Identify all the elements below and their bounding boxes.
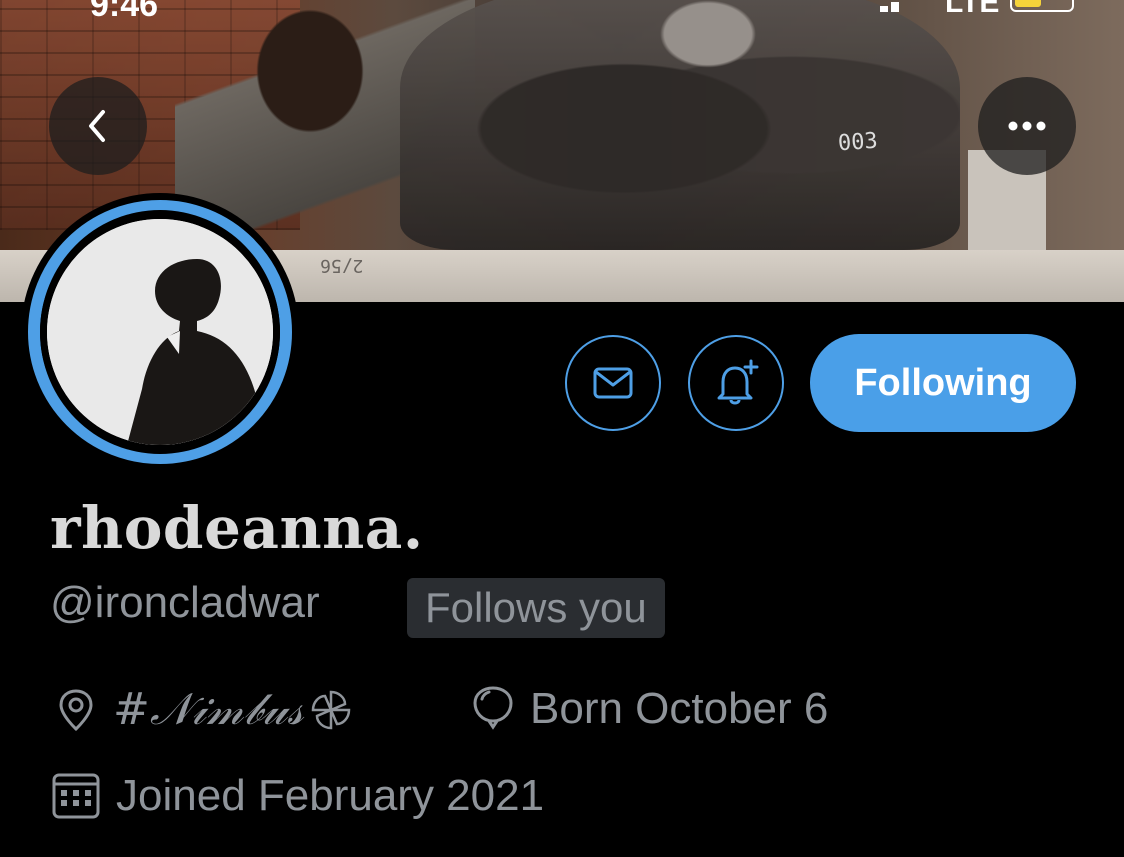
location-text: #𝒩𝒾𝓂𝒷𝓊𝓈 [113, 684, 304, 735]
avatar-inner-border [40, 210, 280, 454]
avatar-story-ring [28, 200, 292, 464]
back-button[interactable] [49, 77, 147, 175]
more-dots-icon [1008, 121, 1046, 131]
more-options-button[interactable] [978, 77, 1076, 175]
battery-icon [1010, 0, 1074, 12]
banner-floor-number: 2/56 [320, 255, 364, 276]
status-time: 9:46 [90, 0, 159, 24]
balloon-icon [473, 686, 513, 730]
profile-joined: Joined February 2021 [50, 770, 544, 822]
notifications-button[interactable] [688, 335, 784, 431]
birthday-text: Born October 6 [530, 684, 829, 733]
bell-plus-icon [717, 359, 759, 405]
mail-icon [593, 367, 633, 399]
joined-text: Joined February 2021 [116, 771, 545, 820]
follows-you-badge: Follows you [407, 578, 665, 638]
pinwheel-icon [312, 690, 351, 729]
signal-icon [880, 0, 908, 12]
avatar-portrait [47, 219, 273, 445]
avatar-frame[interactable] [21, 193, 299, 471]
back-chevron-icon [89, 110, 105, 142]
profile-birthday: Born October 6 [470, 684, 828, 734]
display-name: rhodeanna. [50, 494, 424, 562]
location-pin-icon [59, 688, 93, 731]
profile-location: #𝒩𝒾𝓂𝒷𝓊𝓈 [53, 684, 367, 735]
following-button[interactable]: Following [810, 334, 1076, 432]
avatar[interactable] [47, 219, 273, 445]
calendar-icon [52, 773, 100, 819]
banner-armored-figure [400, 0, 960, 250]
network-label: LTE [945, 0, 1000, 19]
banner-robot-number: 003 [837, 128, 879, 157]
status-bar: 9:46 LTE [0, 0, 1124, 24]
message-button[interactable] [565, 335, 661, 431]
user-handle: @ironcladwar [50, 578, 320, 627]
